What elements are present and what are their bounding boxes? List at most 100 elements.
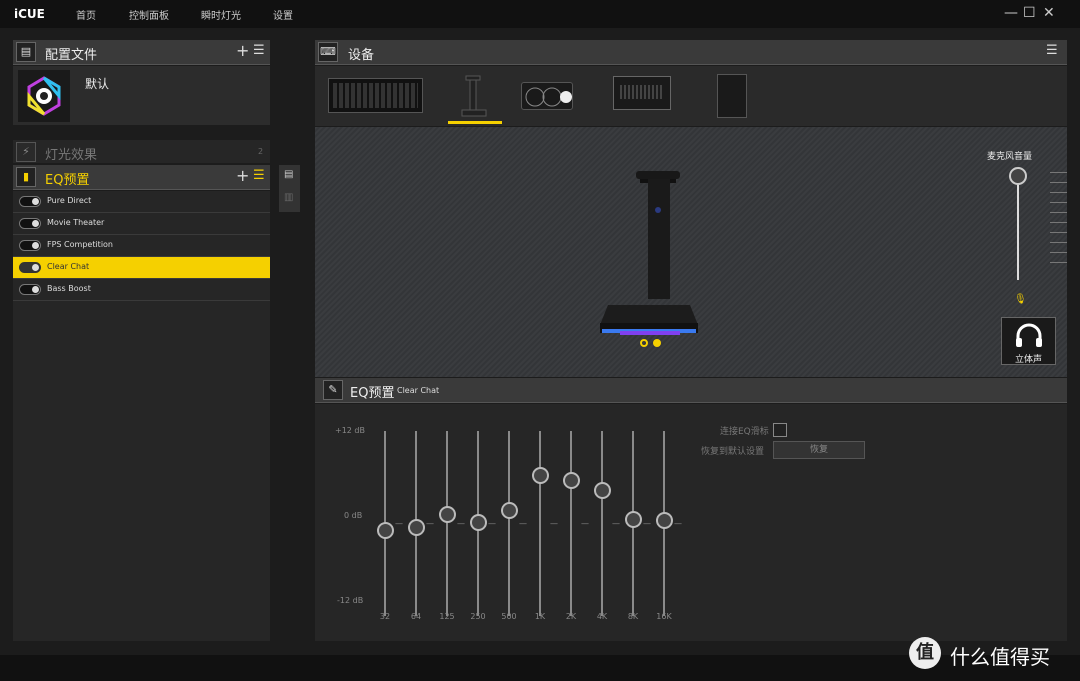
- profile-icon: ▤: [16, 42, 36, 62]
- watermark-logo-icon: 值: [909, 637, 941, 669]
- close-button[interactable]: ✕: [1043, 4, 1055, 22]
- nav-instant-lighting[interactable]: 瞬时灯光: [201, 7, 241, 22]
- profile-logo: [18, 70, 70, 122]
- preset-toggle[interactable]: [19, 240, 41, 251]
- profile-name: 默认: [85, 77, 110, 91]
- eq-preset-item[interactable]: Movie Theater: [13, 213, 270, 235]
- zero-tick: —: [581, 518, 589, 528]
- maximize-button[interactable]: ☐: [1023, 4, 1036, 22]
- mic-icon: 🎙: [1014, 294, 1027, 305]
- eq-band-track[interactable]: [570, 431, 572, 616]
- zero-tick: —: [488, 518, 496, 528]
- eq-band-track[interactable]: [508, 431, 510, 616]
- preset-toggle[interactable]: [19, 218, 41, 229]
- db-bottom-label: -12 dB: [337, 596, 364, 605]
- profile-menu-icon[interactable]: ☰: [253, 43, 265, 58]
- zero-tick: —: [550, 518, 558, 528]
- app-logo: iCUE: [14, 7, 45, 21]
- devices-menu-icon[interactable]: ☰: [1046, 43, 1058, 58]
- eq-band-track[interactable]: [446, 431, 448, 616]
- eq-editor-panel: +12 dB 0 dB -12 dB 连接EQ滑标 恢复到默认设置 恢复 — 32…: [315, 404, 1067, 641]
- lighting-title: 灯光效果: [45, 148, 98, 163]
- profile-card[interactable]: 默认: [13, 66, 270, 125]
- fan-icon: [525, 87, 572, 107]
- eq-band-knob[interactable]: [625, 510, 642, 528]
- watermark-text: 什么值得买: [950, 645, 1050, 669]
- link-sliders-checkbox[interactable]: [773, 423, 787, 437]
- add-profile-button[interactable]: +: [236, 41, 249, 60]
- headset-stand-render: [600, 171, 698, 335]
- zero-tick: —: [643, 518, 651, 528]
- device-cooler[interactable]: [521, 82, 573, 110]
- eq-band-frequency: 500: [501, 612, 517, 621]
- device-keyboard[interactable]: [328, 78, 423, 113]
- preset-toggle[interactable]: [19, 284, 41, 295]
- devices-title: 设备: [348, 48, 375, 63]
- stereo-label: 立体声: [1014, 355, 1042, 365]
- page-dot-2[interactable]: [653, 339, 661, 347]
- eq-preset-label: FPS Competition: [47, 240, 114, 249]
- reset-button[interactable]: 恢复: [773, 441, 865, 459]
- eq-band-knob[interactable]: [408, 518, 425, 536]
- profiles-title: 配置文件: [45, 48, 98, 63]
- nav-settings[interactable]: 设置: [273, 7, 293, 22]
- selected-device-indicator: [448, 121, 502, 124]
- reset-label: 恢复到默认设置: [701, 447, 765, 457]
- device-psu[interactable]: [613, 76, 671, 110]
- eq-preset-label: Bass Boost: [47, 284, 91, 293]
- eq-preset-label: Movie Theater: [47, 218, 105, 227]
- zero-tick: —: [612, 518, 620, 528]
- zero-tick: —: [395, 518, 403, 528]
- keyboard-icon: ⌨: [318, 42, 338, 62]
- db-top-label: +12 dB: [335, 426, 365, 435]
- eq-band-knob[interactable]: [594, 481, 611, 499]
- headset-stand-icon: [461, 75, 487, 117]
- link-sliders-label: 连接EQ滑标: [720, 427, 769, 437]
- devices-header: ⌨ 设备 ☰: [315, 40, 1067, 65]
- eq-band-track[interactable]: [601, 431, 603, 616]
- mic-volume-scale: [1050, 172, 1067, 272]
- eq-band-frequency: 16K: [656, 612, 672, 621]
- eq-band-frequency: 250: [470, 612, 486, 621]
- eq-band-knob[interactable]: [532, 466, 549, 484]
- eq-band-frequency: 125: [439, 612, 455, 621]
- preset-toggle[interactable]: [19, 262, 41, 273]
- add-eq-preset-button[interactable]: +: [236, 166, 249, 185]
- eq-preset-item[interactable]: Bass Boost: [13, 279, 270, 301]
- page-dot-1[interactable]: [640, 339, 648, 347]
- trash-icon[interactable]: ▥: [284, 192, 293, 203]
- device-case[interactable]: [717, 74, 747, 118]
- device-preview: 麦克风音量 🎙 立体声: [315, 127, 1067, 377]
- nav-dashboard[interactable]: 控制面板: [129, 7, 169, 22]
- minimize-button[interactable]: —: [1004, 4, 1018, 22]
- eq-preset-item[interactable]: Clear Chat: [13, 257, 270, 279]
- eq-preset-label: Clear Chat: [47, 262, 90, 271]
- eq-preset-item[interactable]: FPS Competition: [13, 235, 270, 257]
- copy-icon[interactable]: ▤: [284, 169, 293, 180]
- mic-volume-track[interactable]: [1017, 175, 1019, 280]
- preset-toggle[interactable]: [19, 196, 41, 207]
- eq-menu-icon[interactable]: ☰: [253, 168, 265, 183]
- eq-band-frequency: 64: [410, 612, 422, 621]
- headphones-icon: [1016, 323, 1042, 347]
- icue-hexagon-icon: [27, 76, 61, 116]
- eq-band-knob[interactable]: [470, 513, 487, 531]
- eq-band-track[interactable]: [539, 431, 541, 616]
- eq-band-knob[interactable]: [501, 502, 518, 520]
- eq-band-frequency: 8K: [627, 612, 639, 621]
- nav-home[interactable]: 首页: [76, 7, 96, 22]
- eq-band-frequency: 2K: [565, 612, 577, 621]
- eq-presets-title: EQ预置: [45, 173, 90, 188]
- mic-volume-knob[interactable]: [1009, 167, 1027, 185]
- eq-band-knob[interactable]: [439, 506, 456, 524]
- zero-tick: —: [457, 518, 465, 528]
- device-headset-stand[interactable]: [448, 66, 502, 124]
- eq-preset-item[interactable]: Pure Direct: [13, 191, 270, 213]
- eq-band-knob[interactable]: [563, 472, 580, 490]
- eq-band-knob[interactable]: [656, 511, 673, 529]
- device-strip: [315, 66, 1067, 126]
- lighting-header[interactable]: ⚡ 灯光效果 2: [13, 140, 270, 163]
- db-mid-label: 0 dB: [344, 511, 363, 520]
- stereo-button[interactable]: 立体声: [1001, 317, 1056, 365]
- eq-band-knob[interactable]: [377, 521, 394, 539]
